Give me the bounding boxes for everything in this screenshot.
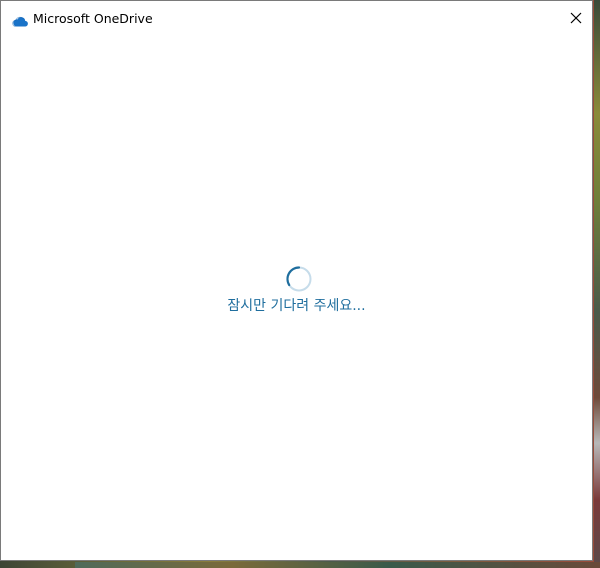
- close-icon: [570, 12, 582, 23]
- title-bar[interactable]: Microsoft OneDrive: [1, 1, 592, 35]
- close-button[interactable]: [561, 2, 591, 33]
- loading-message: 잠시만 기다려 주세요...: [227, 298, 366, 314]
- onedrive-cloud-icon: [12, 12, 28, 27]
- loading-spinner-icon: [286, 266, 312, 292]
- desktop-wallpaper-edge-right: [594, 0, 600, 568]
- onedrive-window: Microsoft OneDrive 잠시만 기다려 주세요...: [0, 0, 593, 561]
- window-title: Microsoft OneDrive: [33, 11, 153, 26]
- desktop-wallpaper-edge-bottom: [75, 562, 600, 568]
- loading-panel: 잠시만 기다려 주세요...: [1, 35, 592, 560]
